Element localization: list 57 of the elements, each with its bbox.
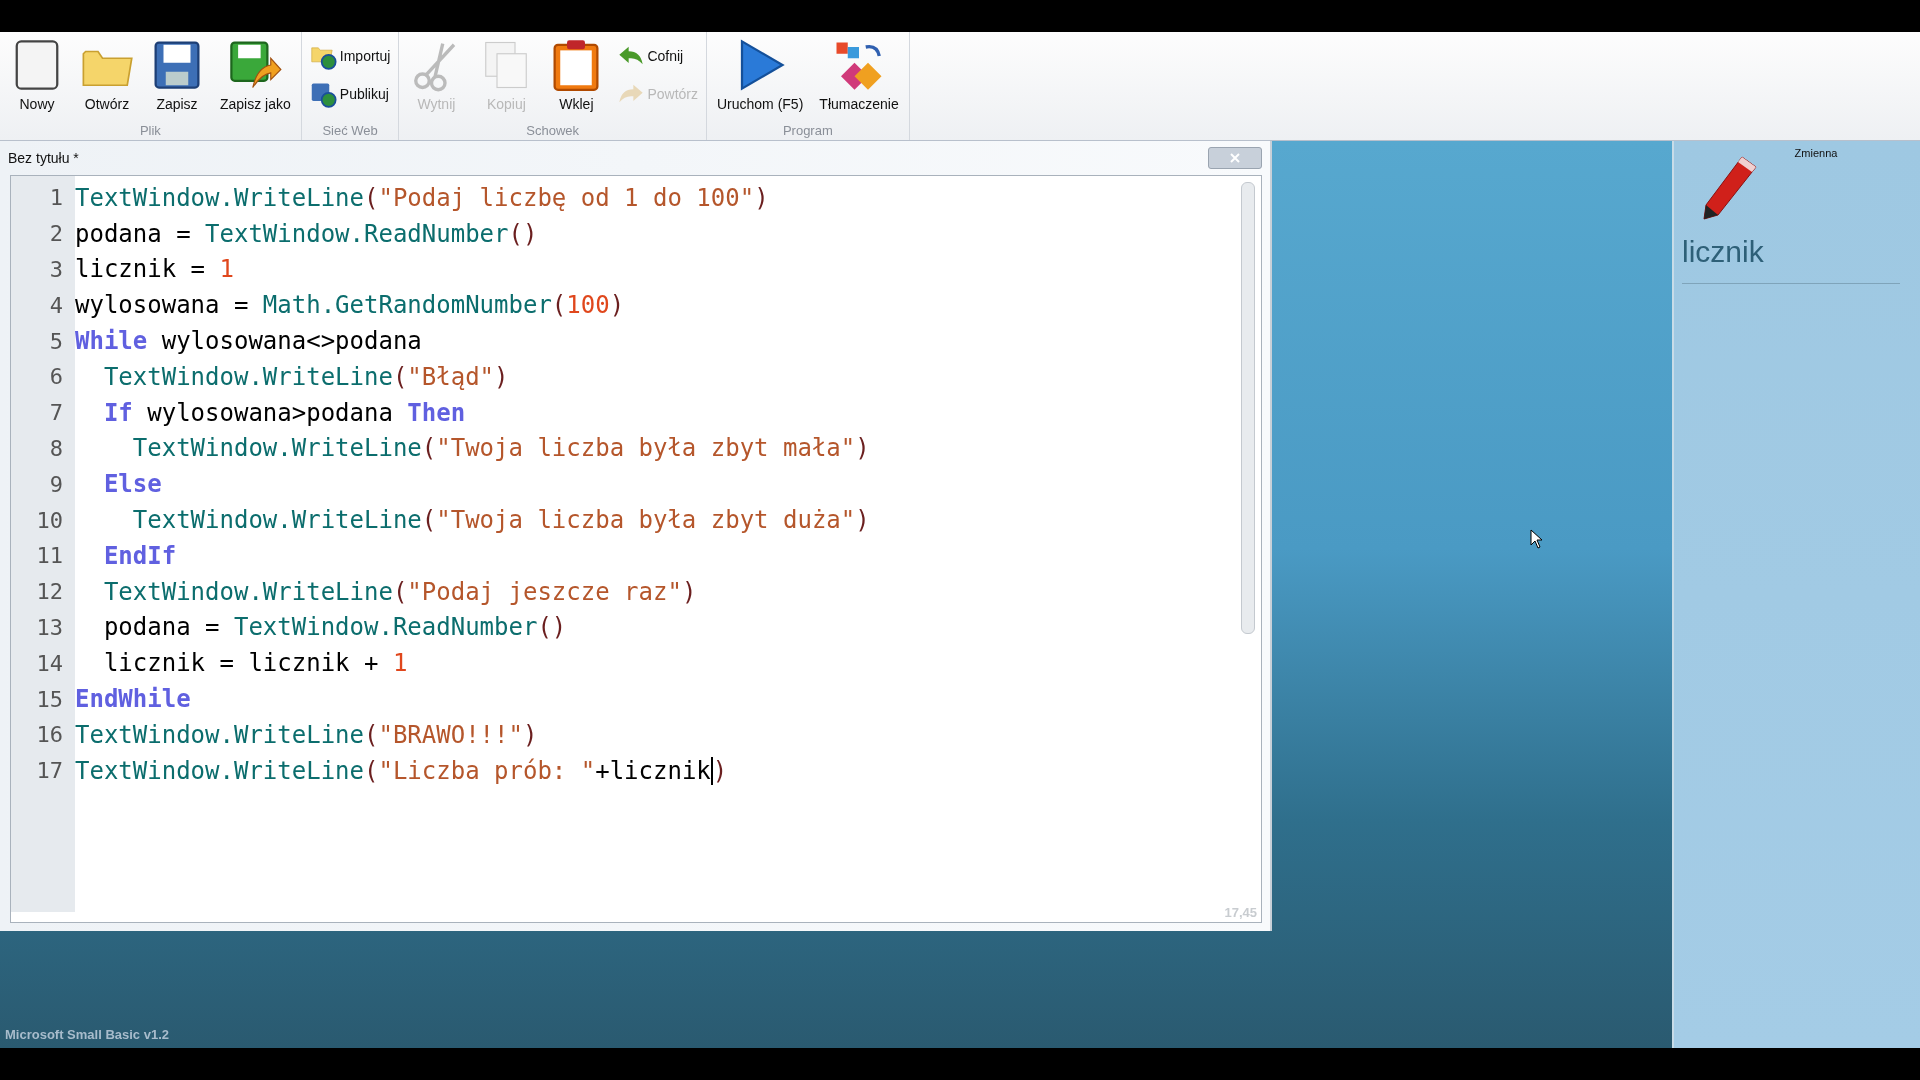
line-number: 6: [48, 364, 64, 390]
code-line: TextWindow.WriteLine("Twoja liczba była zbyt mała"): [131, 434, 870, 463]
app-version-label: Microsoft Small Basic v1.2: [5, 1027, 169, 1042]
ribbon-button[interactable]: Publikuj: [305, 76, 395, 112]
close-icon: [1230, 153, 1240, 163]
code-line: TextWindow.WriteLine("Błąd"): [102, 362, 509, 391]
code-line: TextWindow.WriteLine("Podaj jeszcze raz"): [102, 577, 697, 606]
code-line: If wylosowana>podana Then: [102, 398, 466, 427]
code-line: TextWindow.WriteLine("BRAWO!!!"): [75, 720, 538, 749]
line-number: 15: [35, 686, 64, 712]
line-number: 12: [35, 579, 64, 605]
line-number: 11: [35, 543, 64, 569]
ribbon-button[interactable]: Nowy: [4, 36, 70, 114]
code-line: wylosowana = Math.GetRandomNumber(100): [75, 291, 625, 320]
code-line: licznik = 1: [75, 255, 234, 284]
line-number: 17: [35, 758, 64, 784]
line-number: 10: [35, 507, 64, 533]
document-title: Bez tytułu *: [8, 150, 79, 166]
line-number: 13: [35, 614, 64, 640]
ribbon-button[interactable]: Uruchom (F5): [710, 36, 810, 114]
line-number: 16: [35, 722, 64, 748]
scrollbar-thumb[interactable]: [1241, 182, 1255, 634]
ribbon-button[interactable]: Zapisz jako: [214, 36, 297, 114]
group-label: Program: [782, 123, 833, 140]
group-label: Plik: [139, 123, 161, 140]
code-line: TextWindow.WriteLine("Twoja liczba była zbyt duża"): [131, 506, 870, 535]
code-line: podana = TextWindow.ReadNumber(): [102, 613, 567, 642]
line-number: 7: [48, 400, 64, 426]
close-button[interactable]: [1208, 147, 1262, 169]
panel-heading: Zmienna: [1794, 147, 1838, 159]
line-number: 9: [48, 471, 64, 497]
code-line: EndIf: [102, 541, 177, 570]
line-number: 8: [48, 435, 64, 461]
code-line: Else: [102, 470, 162, 499]
group-label: Schowek: [526, 123, 580, 140]
pencil-icon: [1702, 155, 1758, 221]
ribbon-button[interactable]: Wklej: [543, 36, 610, 114]
code-line: podana = TextWindow.ReadNumber(): [75, 219, 538, 248]
line-number: 1: [48, 185, 64, 211]
line-number: 3: [48, 257, 64, 282]
line-number: 4: [48, 292, 64, 318]
code-line: TextWindow.WriteLine("Liczba prób: "+licznik): [75, 756, 728, 785]
code-line: TextWindow.WriteLine("Podaj liczbę od 1 do 100"): [75, 183, 769, 212]
ribbon-button[interactable]: Otwórz: [74, 36, 140, 114]
ribbon-button[interactable]: Importuj: [305, 38, 395, 74]
code-line: licznik = licznik + 1: [102, 649, 408, 678]
code-line: While wylosowana<>podana: [75, 327, 422, 356]
variable-name: licznik: [1682, 235, 1764, 269]
ribbon-button[interactable]: Zapisz: [144, 36, 210, 114]
line-number: 2: [48, 221, 64, 247]
group-label: Sieć Web: [322, 123, 378, 140]
mouse-pointer-icon: [1530, 529, 1544, 549]
ribbon-button[interactable]: Tłumaczenie: [813, 36, 905, 114]
line-number: 14: [35, 650, 64, 676]
code-line: EndWhile: [75, 685, 191, 714]
line-number: 5: [48, 328, 64, 354]
ribbon-button[interactable]: Cofnij: [613, 38, 702, 74]
